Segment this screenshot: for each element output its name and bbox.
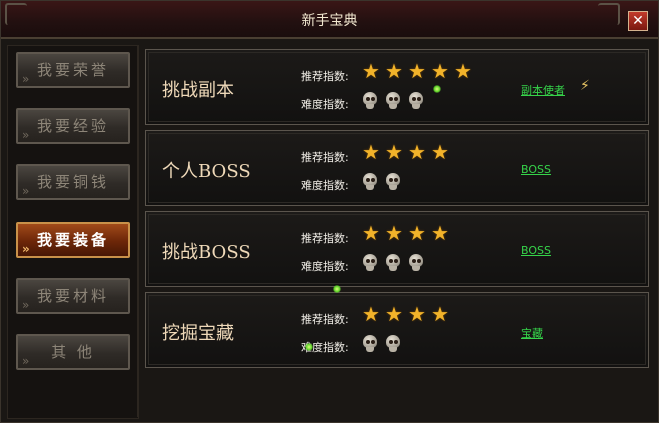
skull-icon <box>385 254 401 272</box>
skull-icon <box>408 254 424 272</box>
recommend-label: 推荐指数: <box>301 232 349 245</box>
skull-icon <box>362 254 378 272</box>
category-sidebar: » 我要荣誉 » 我要经验 » 我要铜钱 » 我要装备 » 我要材料 » 其 他 <box>7 45 139 419</box>
star-icon: ★ <box>408 140 426 164</box>
difficulty-skulls <box>362 335 401 353</box>
activity-title: 挖掘宝藏 <box>162 323 234 344</box>
star-icon: ★ <box>385 140 403 164</box>
window-title: 新手宝典 <box>301 13 358 29</box>
boss-link[interactable]: BOSS <box>521 163 551 176</box>
activity-card: 个人BOSS 推荐指数: 难度指数: ★ ★ ★ ★ BOSS <box>145 130 649 206</box>
sparkle-effect <box>433 85 441 93</box>
handbook-window: 新手宝典 ✕ » 我要荣誉 » 我要经验 » 我要铜钱 » 我要装备 » 我要材… <box>0 0 659 423</box>
recommend-stars: ★ ★ ★ ★ <box>362 140 449 164</box>
activity-card: 挑战副本 推荐指数: 难度指数: ★ ★ ★ ★ ★ 副本使者 ⚡ <box>145 49 649 125</box>
difficulty-skulls <box>362 173 401 191</box>
treasure-link[interactable]: 宝藏 <box>521 325 543 341</box>
teleport-icon[interactable]: ⚡ <box>580 78 594 94</box>
skull-icon <box>385 173 401 191</box>
sidebar-item-honor[interactable]: » 我要荣誉 <box>16 52 130 88</box>
skull-icon <box>385 335 401 353</box>
activity-title: 个人BOSS <box>162 161 251 182</box>
close-button[interactable]: ✕ <box>628 11 648 31</box>
difficulty-label: 难度指数: <box>301 98 349 111</box>
difficulty-skulls <box>362 254 424 272</box>
chevron-right-icon: » <box>22 354 30 368</box>
activity-card: 挑战BOSS 推荐指数: 难度指数: ★ ★ ★ ★ BOSS <box>145 211 649 287</box>
recommend-stars: ★ ★ ★ ★ <box>362 302 449 326</box>
divider <box>137 45 139 417</box>
skull-icon <box>362 92 378 110</box>
skull-icon <box>385 92 401 110</box>
sparkle-effect <box>333 285 341 293</box>
sidebar-item-label: 其 他 <box>51 343 95 361</box>
sidebar-item-label: 我要经验 <box>36 117 109 135</box>
star-icon: ★ <box>362 140 380 164</box>
chevron-right-icon: » <box>22 184 30 198</box>
sidebar-item-other[interactable]: » 其 他 <box>16 334 130 370</box>
chevron-right-icon: » <box>22 128 30 142</box>
activity-card: 挖掘宝藏 推荐指数: 难度指数: ★ ★ ★ ★ 宝藏 <box>145 292 649 368</box>
recommend-label: 推荐指数: <box>301 70 349 83</box>
activity-title: 挑战BOSS <box>162 242 251 263</box>
star-icon: ★ <box>385 221 403 245</box>
star-icon: ★ <box>431 302 449 326</box>
activity-title: 挑战副本 <box>162 80 234 101</box>
title-bar[interactable]: 新手宝典 ✕ <box>1 1 658 39</box>
skull-icon <box>408 92 424 110</box>
activity-list: 挑战副本 推荐指数: 难度指数: ★ ★ ★ ★ ★ 副本使者 ⚡ 个人BOSS 推荐指… <box>141 47 651 417</box>
sparkle-effect <box>305 343 313 351</box>
difficulty-label: 难度指数: <box>301 179 349 192</box>
sidebar-item-equipment[interactable]: » 我要装备 <box>16 222 130 258</box>
skull-icon <box>362 335 378 353</box>
recommend-label: 推荐指数: <box>301 151 349 164</box>
chevron-right-icon: » <box>22 72 30 86</box>
star-icon: ★ <box>362 302 380 326</box>
star-icon: ★ <box>408 302 426 326</box>
star-icon: ★ <box>362 59 380 83</box>
recommend-stars: ★ ★ ★ ★ ★ <box>362 59 472 83</box>
npc-link[interactable]: 副本使者 <box>521 82 565 98</box>
star-icon: ★ <box>454 59 472 83</box>
star-icon: ★ <box>431 140 449 164</box>
sidebar-item-copper[interactable]: » 我要铜钱 <box>16 164 130 200</box>
star-icon: ★ <box>385 59 403 83</box>
star-icon: ★ <box>362 221 380 245</box>
sidebar-item-label: 我要装备 <box>36 231 109 249</box>
sidebar-item-label: 我要铜钱 <box>36 173 109 191</box>
star-icon: ★ <box>431 221 449 245</box>
chevron-right-icon: » <box>22 242 30 256</box>
recommend-stars: ★ ★ ★ ★ <box>362 221 449 245</box>
sidebar-item-label: 我要材料 <box>36 287 109 305</box>
difficulty-label: 难度指数: <box>301 260 349 273</box>
star-icon: ★ <box>408 221 426 245</box>
sidebar-item-experience[interactable]: » 我要经验 <box>16 108 130 144</box>
skull-icon <box>362 173 378 191</box>
sidebar-item-materials[interactable]: » 我要材料 <box>16 278 130 314</box>
recommend-label: 推荐指数: <box>301 313 349 326</box>
difficulty-skulls <box>362 92 424 110</box>
boss-link[interactable]: BOSS <box>521 244 551 257</box>
sidebar-item-label: 我要荣誉 <box>36 61 109 79</box>
star-icon: ★ <box>385 302 403 326</box>
chevron-right-icon: » <box>22 298 30 312</box>
star-icon: ★ <box>408 59 426 83</box>
star-icon: ★ <box>431 59 449 83</box>
